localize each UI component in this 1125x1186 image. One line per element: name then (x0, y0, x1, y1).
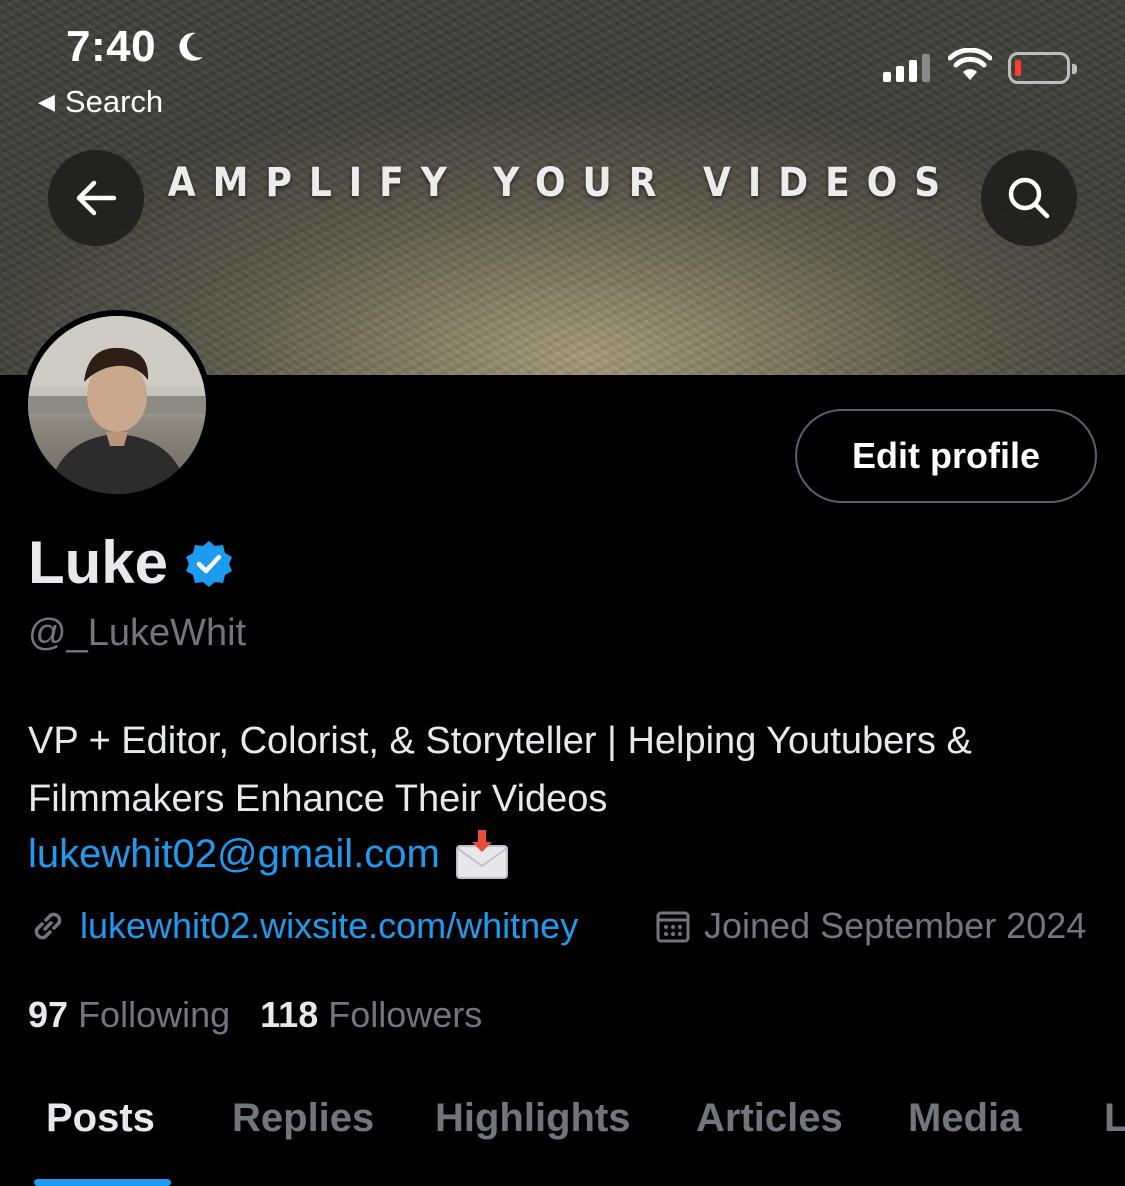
bio-email-link[interactable]: lukewhit02@gmail.com (28, 832, 440, 877)
profile-avatar[interactable] (22, 310, 212, 500)
tab-media[interactable]: Media (908, 1096, 1021, 1141)
wifi-icon (947, 47, 993, 87)
followers-link[interactable]: 118 Followers (260, 994, 482, 1036)
envelope-with-arrow-icon (455, 830, 508, 879)
tab-likes-partial[interactable]: L (1104, 1096, 1125, 1141)
verified-badge-icon[interactable] (184, 539, 234, 594)
link-icon (34, 912, 62, 940)
banner-text: AMPLIFY YOUR VIDEOS (167, 160, 958, 206)
active-tab-indicator (34, 1179, 171, 1186)
follow-counts: 97 Following 118 Followers (28, 994, 482, 1036)
back-arrow-icon (76, 180, 117, 216)
tab-highlights[interactable]: Highlights (435, 1096, 631, 1141)
back-to-search-label: Search (64, 84, 164, 119)
search-button[interactable] (981, 150, 1077, 246)
joined-meta: Joined September 2024 (654, 905, 1086, 947)
profile-bio: VP + Editor, Colorist, & Storyteller | H… (28, 720, 972, 820)
joined-date: Joined September 2024 (704, 905, 1087, 946)
back-to-search-link[interactable]: ◀ Search (38, 84, 163, 120)
username-handle: @_LukeWhit (28, 612, 247, 654)
followers-label: Followers (328, 994, 483, 1035)
website-meta[interactable]: lukewhit02.wixsite.com/whitney (28, 905, 578, 947)
edit-profile-button[interactable]: Edit profile (795, 409, 1097, 503)
website-link[interactable]: lukewhit02.wixsite.com/whitney (80, 905, 578, 947)
status-time: 7:40 (66, 22, 157, 71)
following-count: 97 (28, 994, 69, 1035)
profile-tabs: Posts Replies Highlights Articles Media … (0, 1096, 1125, 1186)
cellular-signal-icon (883, 54, 930, 82)
followers-count: 118 (260, 994, 319, 1035)
following-link[interactable]: 97 Following (28, 994, 230, 1036)
tab-articles[interactable]: Articles (696, 1096, 843, 1141)
tab-replies[interactable]: Replies (232, 1096, 374, 1141)
do-not-disturb-icon (176, 30, 206, 72)
back-button[interactable] (48, 150, 144, 246)
battery-icon (1008, 52, 1077, 84)
calendar-icon (656, 911, 690, 943)
back-triangle-icon: ◀ (38, 89, 55, 114)
following-label: Following (78, 994, 231, 1035)
search-icon (1008, 177, 1050, 219)
display-name: Luke (28, 529, 169, 596)
bio-email-line: lukewhit02@gmail.com (28, 828, 510, 880)
tab-posts[interactable]: Posts (46, 1096, 155, 1141)
